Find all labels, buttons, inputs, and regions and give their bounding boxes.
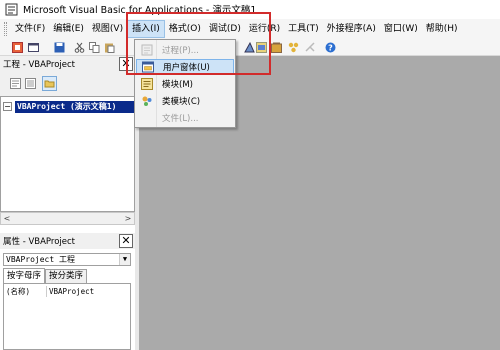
object-selector-dropdown[interactable]: VBAProject 工程 ▼ [3,253,131,266]
view-code-icon[interactable] [10,78,21,89]
menu-item-module[interactable]: 模块(M) [136,76,234,92]
menu-window[interactable]: 窗口(W) [380,20,422,38]
menu-grip[interactable] [4,22,7,36]
properties-grid: (名称) VBAProject [3,283,131,350]
toolbox-icon[interactable] [305,42,316,53]
view-object-icon[interactable] [25,78,36,89]
toggle-folders-icon[interactable] [42,76,57,91]
properties-pane-header: 属性 - VBAProject ✕ [0,233,135,249]
object-browser-icon[interactable] [288,42,299,53]
properties-window-icon[interactable] [271,42,282,53]
property-value[interactable]: VBAProject [46,286,94,297]
property-name: (名称) [6,287,31,296]
menu-item-file-label: 文件(L)... [162,114,199,124]
close-properties-pane-icon[interactable]: ✕ [119,234,133,248]
project-pane-title: 工程 - VBAProject [3,60,76,70]
tree-collapse-icon[interactable]: − [3,102,12,111]
project-tree-scrollbar[interactable]: < > [0,212,135,225]
object-selector-value: VBAProject 工程 [6,255,75,264]
menu-tools[interactable]: 工具(T) [284,20,323,38]
menu-item-file[interactable]: 文件(L)... [136,110,234,126]
scroll-left-icon[interactable]: < [1,213,13,224]
properties-pane-title: 属性 - VBAProject [3,237,76,247]
cut-icon[interactable] [74,42,85,53]
tab-alphabetic[interactable]: 按字母序 [3,268,46,283]
tree-node-label: VBAProject (演示文稿1) [17,102,117,111]
project-pane-toolbar [0,72,135,96]
tab-categorized[interactable]: 按分类序 [45,269,88,283]
view-powerpoint-icon[interactable] [12,42,23,53]
scroll-right-icon[interactable]: > [122,213,134,224]
menu-edit[interactable]: 编辑(E) [49,20,88,38]
menu-file[interactable]: 文件(F) [11,20,49,38]
project-pane-header: 工程 - VBAProject ✕ [0,56,135,72]
class-module-icon [142,96,152,106]
menu-item-class-module-label: 类模块(C) [162,97,201,107]
help-icon[interactable]: ? [325,42,336,53]
menu-item-module-label: 模块(M) [162,80,193,90]
chevron-down-icon[interactable]: ▼ [119,254,130,265]
menu-addins[interactable]: 外接程序(A) [323,20,380,38]
svg-text:?: ? [328,44,333,53]
copy-icon[interactable] [89,42,100,53]
module-icon [141,78,153,90]
annotation-highlight-box [126,12,271,75]
paste-icon[interactable] [104,42,115,53]
menu-help[interactable]: 帮助(H) [422,20,462,38]
vba-app-icon [5,3,18,15]
insert-userform-icon[interactable] [28,42,39,53]
save-icon[interactable] [54,42,65,53]
properties-tabs: 按字母序 按分类序 [3,268,88,283]
property-row-name[interactable]: (名称) VBAProject [6,286,94,297]
project-tree[interactable]: − VBAProject (演示文稿1) [0,96,135,212]
menu-view[interactable]: 视图(V) [88,20,127,38]
menu-item-class-module[interactable]: 类模块(C) [136,93,234,109]
tree-node-vbaproject[interactable]: VBAProject (演示文稿1) [15,101,134,113]
menu-item-file-spacer [141,112,153,124]
